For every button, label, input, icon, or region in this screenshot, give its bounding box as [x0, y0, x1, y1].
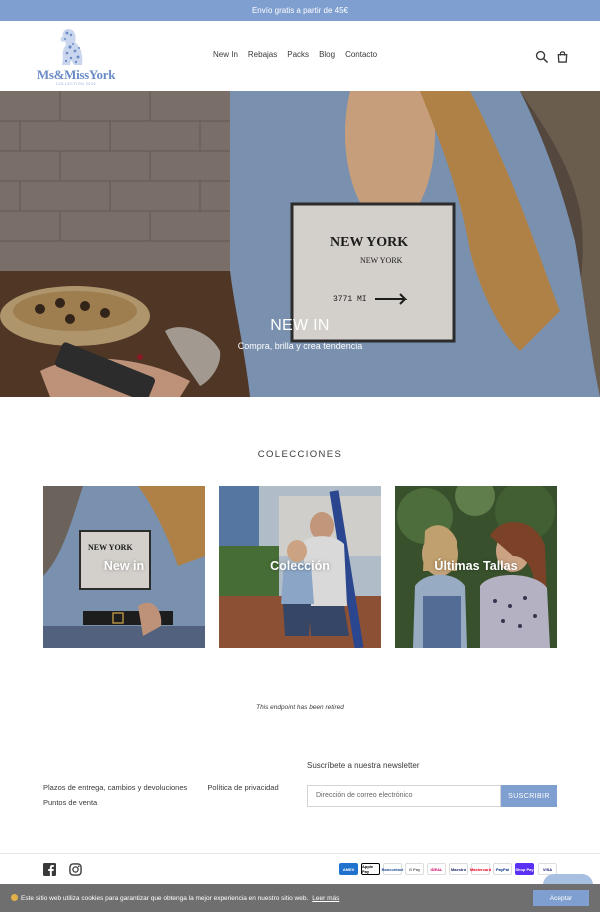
cart-icon[interactable]	[556, 50, 569, 63]
collections-title: COLECCIONES	[257, 449, 343, 460]
cookie-read-more-link[interactable]: Leer más	[312, 895, 339, 902]
collection-card-coleccion[interactable]: Colección	[219, 486, 381, 648]
retired-notice: This endpoint has been retired	[256, 704, 344, 711]
collection-card-new-in[interactable]: NEW YORK New in	[43, 486, 205, 648]
instagram-icon[interactable]	[69, 863, 82, 876]
collection-card-ultimas-tallas[interactable]: Últimas Tallas	[395, 486, 557, 648]
footer-links: Plazos de entrega, cambios y devolucione…	[43, 783, 279, 807]
facebook-icon[interactable]	[43, 863, 56, 876]
main-nav: New In Rebajas Packs Blog Contacto	[213, 50, 377, 59]
cookie-bar: Este sitio web utiliza cookies para gara…	[0, 884, 600, 912]
newsletter-email-input[interactable]: Dirección de correo electrónico	[307, 785, 501, 807]
footer-divider	[0, 853, 600, 854]
search-icon[interactable]	[535, 50, 548, 63]
nav-item-contacto[interactable]: Contacto	[345, 50, 377, 59]
newsletter-title: Suscríbete a nuestra newsletter	[307, 761, 420, 770]
nav-item-new-in[interactable]: New In	[213, 50, 238, 59]
hero-image: NEW YORK NEW YORK 3771 MI	[0, 91, 600, 397]
logo-text: Ms&MissYork	[36, 67, 116, 82]
subscribe-button[interactable]: SUSCRIBIR	[501, 785, 557, 807]
logo[interactable]: Ms&MissYork COLLECTION 2016	[26, 27, 126, 87]
dalmatian-logo-icon	[60, 29, 83, 65]
collection-label-new-in: New in	[103, 559, 145, 573]
hero-subtitle: Compra, brilla y crea tendencia	[237, 341, 363, 351]
google-pay-icon: G Pay	[405, 863, 424, 875]
nav-item-packs[interactable]: Packs	[287, 50, 309, 59]
apple-pay-icon: Apple Pay	[361, 863, 380, 875]
site-header: Ms&MissYork COLLECTION 2016 New In Rebaj…	[0, 21, 600, 91]
collection-label-ultimas-tallas: Últimas Tallas	[434, 559, 518, 573]
logo-tagline: COLLECTION 2016	[55, 82, 97, 86]
mastercard-icon: Mastercard	[470, 863, 491, 875]
cookie-text: Este sitio web utiliza cookies para gara…	[21, 895, 309, 902]
hero-title: NEW IN	[270, 317, 330, 334]
footer-link-puntos-venta[interactable]: Puntos de venta	[43, 798, 279, 807]
footer-link-plazos[interactable]: Plazos de entrega, cambios y devolucione…	[43, 783, 187, 792]
maestro-icon: Maestro	[449, 863, 468, 875]
announcement-text: Envío gratis a partir de 45€	[251, 6, 349, 15]
paypal-icon: PayPal	[493, 863, 512, 875]
cookie-message: Este sitio web utiliza cookies para gara…	[11, 894, 339, 902]
shop-pay-icon: Shop Pay	[515, 863, 534, 875]
cookie-accept-button[interactable]: Aceptar	[533, 890, 589, 906]
ideal-icon: iDEAL	[427, 863, 446, 875]
cookie-emoji-icon	[11, 894, 18, 901]
amex-icon: AMEX	[339, 863, 358, 875]
bancontact-icon: Bancontact	[382, 863, 403, 875]
nav-item-rebajas[interactable]: Rebajas	[248, 50, 277, 59]
announcement-bar: Envío gratis a partir de 45€	[0, 0, 600, 21]
hero-banner[interactable]: NEW YORK NEW YORK 3771 MI NEW IN Compra,…	[0, 91, 600, 397]
footer-link-privacidad[interactable]: Política de privacidad	[207, 783, 278, 792]
nav-item-blog[interactable]: Blog	[319, 50, 335, 59]
collection-label-coleccion: Colección	[270, 559, 330, 573]
